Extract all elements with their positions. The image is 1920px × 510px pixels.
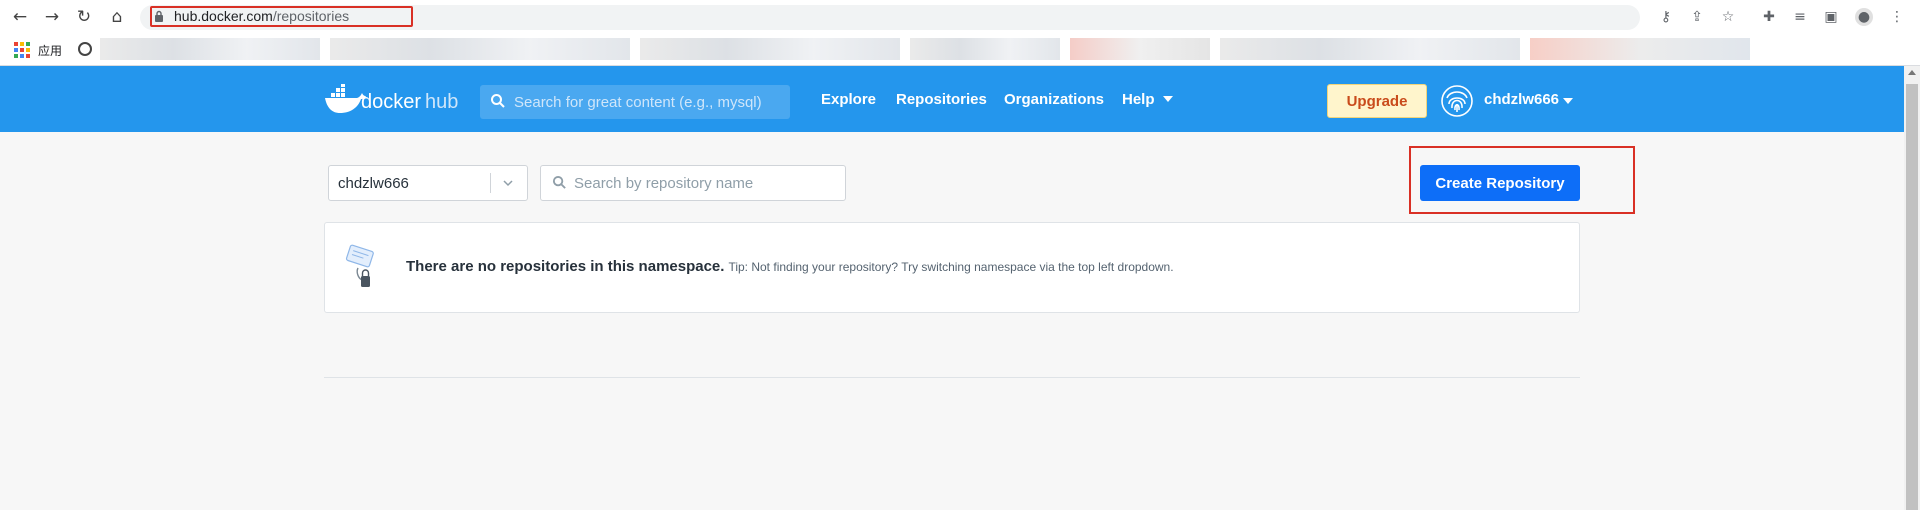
- scrollbar-thumb[interactable]: [1906, 84, 1918, 510]
- blurred-bookmark[interactable]: [100, 38, 320, 60]
- namespace-value: chdzlw666: [338, 175, 409, 192]
- search-icon: [491, 94, 505, 108]
- share-icon[interactable]: ⇪: [1688, 8, 1706, 26]
- chevron-down-icon[interactable]: [503, 178, 513, 188]
- forward-icon[interactable]: →: [42, 7, 62, 27]
- username-label[interactable]: chdzlw666: [1484, 91, 1559, 108]
- blurred-bookmark[interactable]: [640, 38, 900, 60]
- empty-state-text: There are no repositories in this namesp…: [406, 258, 1174, 276]
- media-icon[interactable]: ≡: [1791, 8, 1809, 26]
- home-icon[interactable]: ⌂: [107, 7, 127, 27]
- apps-icon[interactable]: [14, 42, 30, 58]
- empty-tip: Tip: Not finding your repository? Try sw…: [728, 260, 1174, 274]
- content-divider: [324, 377, 1580, 378]
- search-icon: [552, 175, 566, 189]
- reload-icon[interactable]: ↻: [74, 7, 94, 27]
- url-text[interactable]: hub.docker.com/repositories: [174, 8, 349, 24]
- nav-repositories[interactable]: Repositories: [896, 91, 987, 108]
- nav-help-label: Help: [1122, 91, 1155, 108]
- scroll-up-arrow[interactable]: [1908, 70, 1916, 75]
- upgrade-button[interactable]: Upgrade: [1327, 84, 1427, 118]
- fingerprint-avatar-icon[interactable]: [1440, 84, 1474, 118]
- globe-icon[interactable]: [78, 42, 92, 56]
- create-repository-button[interactable]: Create Repository: [1420, 165, 1580, 201]
- docker-logo[interactable]: docker hub: [323, 84, 463, 116]
- logo-hub-text: hub: [425, 91, 458, 113]
- extensions-icon[interactable]: ✚: [1760, 8, 1778, 26]
- url-path: /repositories: [272, 8, 350, 24]
- menu-icon[interactable]: ⋮: [1888, 8, 1906, 26]
- url-host: hub.docker.com: [174, 8, 273, 24]
- nav-explore[interactable]: Explore: [821, 91, 876, 108]
- profile-icon[interactable]: ●: [1855, 8, 1873, 26]
- blurred-bookmark[interactable]: [330, 38, 630, 60]
- empty-repo-icon: [345, 244, 374, 287]
- key-icon[interactable]: ⚷: [1657, 8, 1675, 26]
- select-divider: [490, 173, 491, 193]
- nav-help[interactable]: Help: [1122, 91, 1173, 108]
- blurred-bookmark[interactable]: [1530, 38, 1750, 60]
- blurred-bookmark[interactable]: [1070, 38, 1210, 60]
- chevron-down-icon[interactable]: [1563, 98, 1573, 104]
- blurred-bookmark[interactable]: [1220, 38, 1520, 60]
- logo-docker-text: docker: [361, 91, 421, 113]
- apps-label[interactable]: 应用: [38, 42, 62, 59]
- blurred-bookmark[interactable]: [910, 38, 1060, 60]
- global-search-input[interactable]: [514, 85, 784, 119]
- repository-search-input[interactable]: [574, 166, 839, 200]
- empty-message: There are no repositories in this namesp…: [406, 258, 725, 275]
- side-panel-icon[interactable]: ▣: [1822, 8, 1840, 26]
- nav-organizations[interactable]: Organizations: [1004, 91, 1104, 108]
- star-icon[interactable]: ☆: [1719, 8, 1737, 26]
- back-icon[interactable]: ←: [10, 7, 30, 27]
- chevron-down-icon: [1162, 96, 1173, 102]
- lock-icon: [155, 10, 163, 22]
